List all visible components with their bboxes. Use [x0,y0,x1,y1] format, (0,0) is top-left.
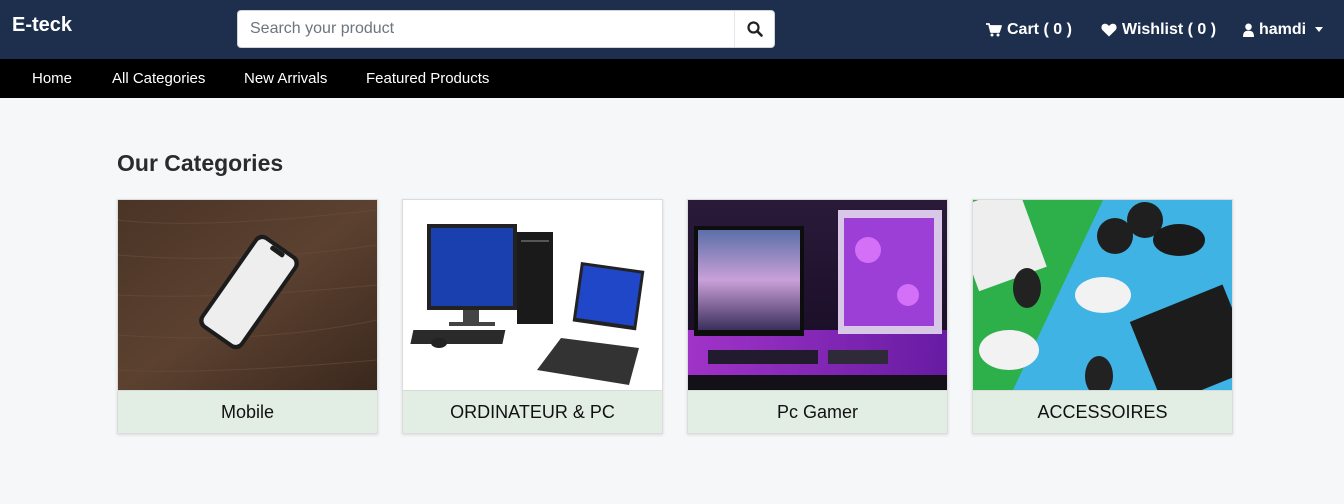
category-card-ordinateur-pc[interactable]: ORDINATEUR & PC [402,199,663,434]
category-image-pc-gamer [688,200,947,390]
category-image-ordinateur-pc [403,200,662,390]
cart-link[interactable]: Cart ( 0 ) [986,0,1072,59]
category-card-accessoires[interactable]: ACCESSOIRES [972,199,1233,434]
search-input[interactable] [238,11,732,47]
nav-item-new-arrivals[interactable]: New Arrivals [244,59,327,98]
nav-item-featured-products[interactable]: Featured Products [366,59,489,98]
search-bar [237,10,775,48]
user-name: hamdi [1259,20,1307,38]
category-image-mobile [118,200,377,390]
category-image-accessoires [973,200,1232,390]
category-label: ACCESSOIRES [973,390,1232,433]
user-menu[interactable]: hamdi [1243,0,1324,59]
main-nav: Home All Categories New Arrivals Feature… [0,59,1344,98]
nav-item-all-categories[interactable]: All Categories [112,59,205,98]
heart-icon [1101,23,1117,36]
cart-label: Cart ( 0 ) [1007,20,1072,38]
wishlist-link[interactable]: Wishlist ( 0 ) [1101,0,1216,59]
nav-item-home[interactable]: Home [32,59,72,98]
shopping-cart-icon [986,22,1002,36]
section-title: Our Categories [117,150,284,176]
caret-down-icon [1315,27,1324,32]
category-label: Mobile [118,390,377,433]
user-icon [1243,23,1254,37]
top-header: E-teck Cart ( 0 ) Wishlist ( 0 ) hamd [0,0,1344,59]
category-label: Pc Gamer [688,390,947,433]
search-button[interactable] [734,11,774,47]
category-card-mobile[interactable]: Mobile [117,199,378,434]
category-label: ORDINATEUR & PC [403,390,662,433]
brand-logo[interactable]: E-teck [12,14,72,37]
search-icon [746,21,763,37]
wishlist-label: Wishlist ( 0 ) [1122,20,1217,38]
category-card-pc-gamer[interactable]: Pc Gamer [687,199,948,434]
